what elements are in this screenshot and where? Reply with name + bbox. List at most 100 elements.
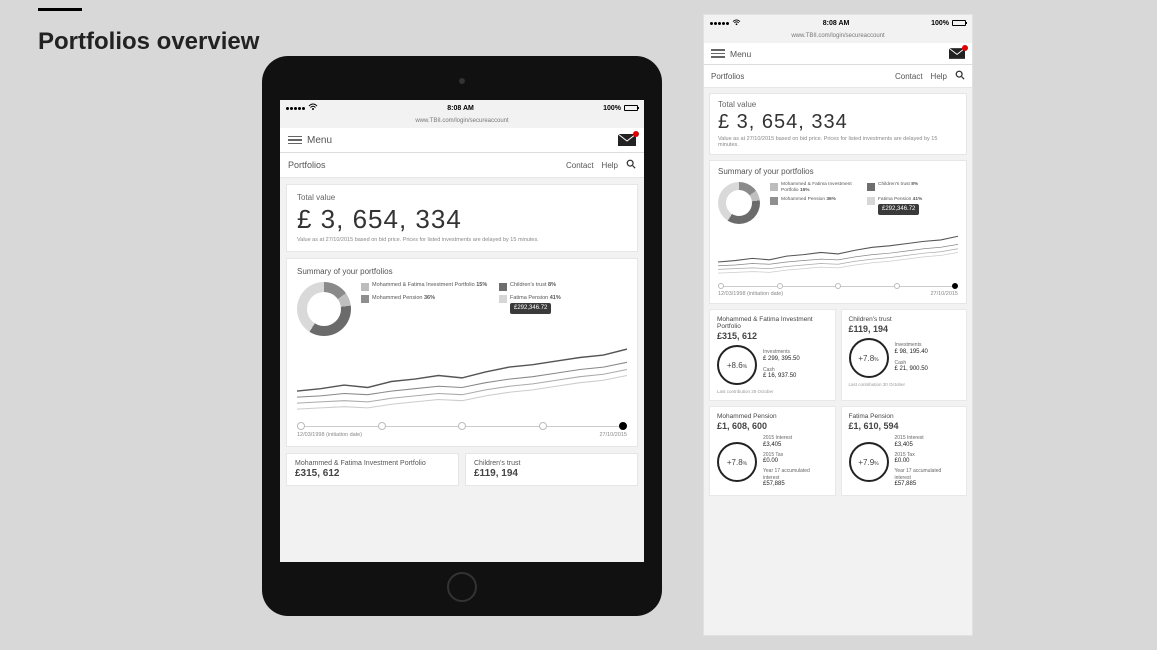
portfolio-name: Mohammed Pension bbox=[717, 413, 828, 420]
timeline-end: 27/10/2015 bbox=[599, 432, 627, 438]
legend-swatch bbox=[361, 283, 369, 291]
portfolio-value: £1, 608, 600 bbox=[717, 421, 828, 431]
portfolio-card[interactable]: Fatima Pension £1, 610, 594 +7.9% 2015 I… bbox=[841, 406, 968, 496]
signal-icon bbox=[286, 107, 305, 110]
change-ring: +8.6% bbox=[717, 345, 757, 385]
portfolio-name: Children's trust bbox=[474, 460, 629, 467]
legend-item[interactable]: Fatima Pension 41%£292,346.72 bbox=[867, 197, 958, 216]
title-rule bbox=[38, 8, 82, 11]
timeline-node-active[interactable] bbox=[619, 422, 627, 430]
portfolio-card[interactable]: Children's trust £119, 194 +7.8% Investm… bbox=[841, 309, 968, 401]
contact-link[interactable]: Contact bbox=[566, 161, 594, 170]
hamburger-icon bbox=[288, 136, 302, 145]
contact-link[interactable]: Contact bbox=[895, 72, 923, 81]
legend-swatch bbox=[770, 197, 778, 205]
total-value-card: Total value £ 3, 654, 334 Value as at 27… bbox=[286, 184, 638, 252]
page-title: Portfolios overview bbox=[38, 28, 259, 56]
legend-swatch bbox=[770, 183, 778, 191]
timeline-node[interactable] bbox=[378, 422, 386, 430]
sub-header: Portfolios Contact Help bbox=[704, 65, 972, 88]
page-section-title: Portfolios bbox=[288, 160, 326, 170]
summary-title: Summary of your portfolios bbox=[297, 267, 627, 276]
portfolio-footnote: Last contribution 30 October bbox=[849, 382, 960, 387]
legend-item[interactable]: Children's trust 8% bbox=[867, 182, 958, 194]
legend-item[interactable]: Mohammed Pension 36% bbox=[770, 197, 861, 216]
sub-header: Portfolios Contact Help bbox=[280, 153, 644, 178]
chart-legend: Mohammed & Fatima Investment Portfolio 1… bbox=[361, 282, 627, 314]
search-button[interactable] bbox=[626, 159, 636, 171]
timeline-node[interactable] bbox=[539, 422, 547, 430]
value-tooltip: £292,346.72 bbox=[510, 303, 551, 314]
timeline-node[interactable] bbox=[894, 283, 900, 289]
mail-button[interactable] bbox=[949, 48, 965, 59]
portfolio-footnote: Last contribution 28 October bbox=[717, 389, 828, 394]
help-link[interactable]: Help bbox=[931, 72, 947, 81]
donut-chart bbox=[297, 282, 351, 336]
portfolio-value: £119, 194 bbox=[849, 324, 960, 334]
change-ring: +7.8% bbox=[849, 338, 889, 378]
url-bar: www.TBII.com/login/secureaccount bbox=[704, 31, 972, 43]
legend-swatch bbox=[867, 183, 875, 191]
portfolio-name: Mohammed & Fatima Investment Portfolio bbox=[295, 460, 450, 467]
notification-badge bbox=[633, 131, 639, 137]
portfolio-stats: 2015 Interest£3,405 2015 Tax£0.00 Year 1… bbox=[763, 435, 828, 488]
portfolio-card[interactable]: Mohammed & Fatima Investment Portfolio £… bbox=[709, 309, 836, 401]
timeline-node[interactable] bbox=[718, 283, 724, 289]
timeline-end: 27/10/2015 bbox=[930, 291, 958, 297]
battery-icon bbox=[952, 20, 966, 26]
total-value: £ 3, 654, 334 bbox=[297, 204, 627, 235]
mail-button[interactable] bbox=[618, 134, 636, 146]
status-bar: 8:08 AM 100% bbox=[704, 15, 972, 31]
wifi-icon bbox=[308, 103, 318, 113]
portfolio-name: Fatima Pension bbox=[849, 413, 960, 420]
timeline-node[interactable] bbox=[458, 422, 466, 430]
url-bar: www.TBII.com/login/secureaccount bbox=[280, 116, 644, 128]
menu-button[interactable]: Menu bbox=[288, 135, 332, 146]
legend-item[interactable]: Mohammed & Fatima Investment Portfolio 1… bbox=[361, 282, 489, 291]
hamburger-icon bbox=[711, 49, 725, 58]
total-value-label: Total value bbox=[718, 100, 958, 109]
legend-swatch bbox=[867, 197, 875, 205]
summary-card: Summary of your portfolios Mohammed & Fa… bbox=[709, 160, 967, 304]
portfolio-grid: Mohammed & Fatima Investment Portfolio £… bbox=[709, 309, 967, 496]
portfolio-card[interactable]: Mohammed & Fatima Investment Portfolio £… bbox=[286, 453, 459, 486]
timeline-node[interactable] bbox=[777, 283, 783, 289]
signal-icon bbox=[710, 22, 729, 25]
total-value: £ 3, 654, 334 bbox=[718, 111, 958, 134]
change-ring: +7.9% bbox=[849, 442, 889, 482]
search-icon bbox=[626, 159, 636, 169]
ipad-screen: 8:08 AM 100% www.TBII.com/login/secureac… bbox=[280, 100, 644, 562]
timeline-node[interactable] bbox=[297, 422, 305, 430]
app-header: Menu bbox=[280, 128, 644, 153]
portfolio-card[interactable]: Mohammed Pension £1, 608, 600 +7.8% 2015… bbox=[709, 406, 836, 496]
help-link[interactable]: Help bbox=[602, 161, 618, 170]
timeline-start: 12/03/1998 (initiation date) bbox=[297, 432, 362, 438]
legend-swatch bbox=[499, 295, 507, 303]
legend-item[interactable]: Children's trust 8% bbox=[499, 282, 627, 291]
chart-legend: Mohammed & Fatima Investment Portfolio 1… bbox=[770, 182, 958, 215]
summary-title: Summary of your portfolios bbox=[718, 167, 958, 176]
timeline-node[interactable] bbox=[835, 283, 841, 289]
legend-item[interactable]: Mohammed & Fatima Investment Portfolio 1… bbox=[770, 182, 861, 194]
timeline-slider[interactable] bbox=[718, 283, 958, 289]
status-bar: 8:08 AM 100% bbox=[280, 100, 644, 116]
portfolio-mini-row: Mohammed & Fatima Investment Portfolio £… bbox=[286, 453, 638, 486]
ipad-home-button[interactable] bbox=[447, 572, 477, 602]
notification-badge bbox=[962, 45, 968, 51]
portfolio-name: Children's trust bbox=[849, 316, 960, 323]
timeline-node-active[interactable] bbox=[952, 283, 958, 289]
menu-label: Menu bbox=[730, 49, 751, 59]
timeline-slider[interactable] bbox=[297, 422, 627, 430]
portfolio-stats: Investments£ 299, 395.50 Cash£ 16, 937.5… bbox=[763, 349, 800, 381]
portfolio-value: £315, 612 bbox=[295, 468, 450, 479]
battery-pct: 100% bbox=[603, 105, 621, 112]
search-button[interactable] bbox=[955, 70, 965, 82]
portfolio-stats: 2015 Interest£3,405 2015 Tax£0.00 Year 1… bbox=[895, 435, 960, 488]
legend-item[interactable]: Fatima Pension 41%£292,346.72 bbox=[499, 295, 627, 315]
legend-item[interactable]: Mohammed Pension 36% bbox=[361, 295, 489, 315]
portfolio-card[interactable]: Children's trust £119, 194 bbox=[465, 453, 638, 486]
battery-icon bbox=[624, 105, 638, 111]
line-chart: 12/03/1998 (initiation date) 27/10/2015 bbox=[297, 346, 627, 438]
menu-label: Menu bbox=[307, 135, 332, 146]
menu-button[interactable]: Menu bbox=[711, 49, 751, 59]
